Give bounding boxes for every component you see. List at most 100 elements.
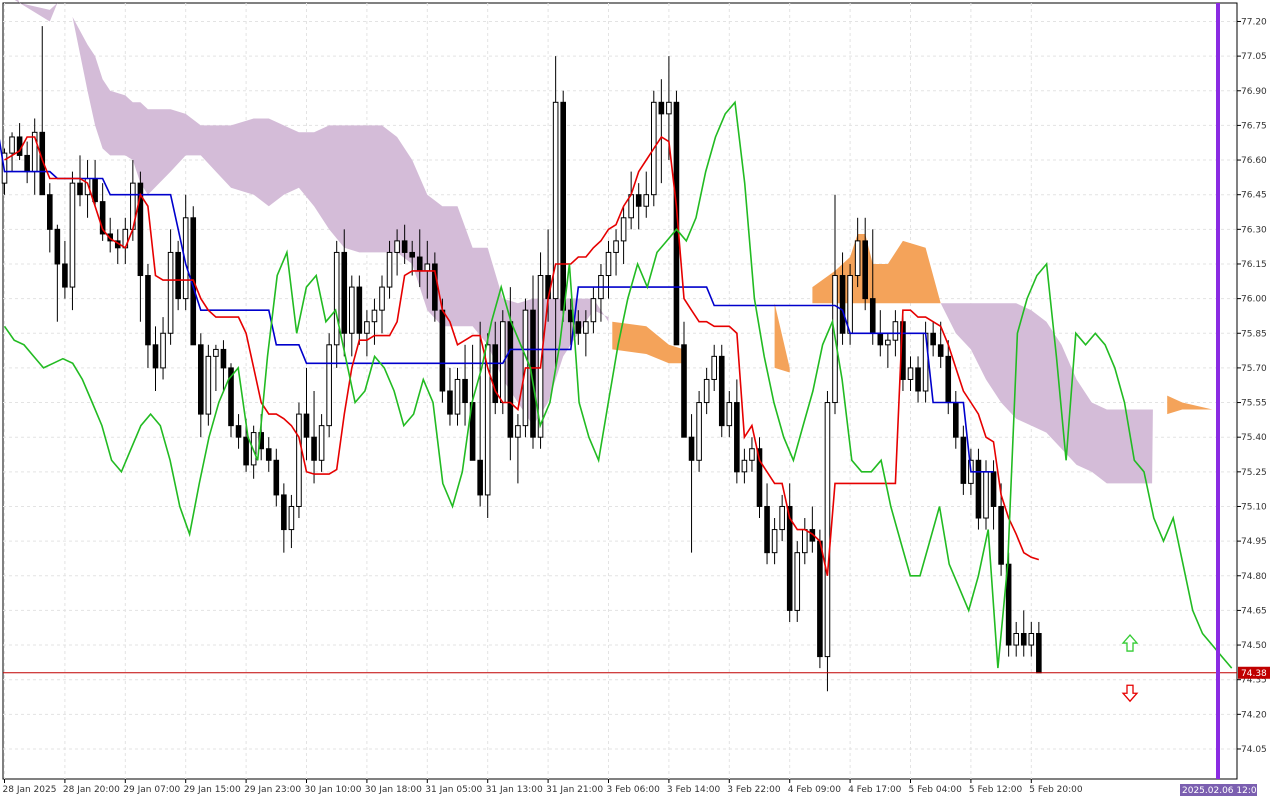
candle-body — [635, 194, 642, 207]
candle-body — [741, 459, 748, 473]
x-tick-label: 4 Feb 09:00 — [788, 785, 842, 795]
candle-body — [379, 286, 385, 311]
candle-body — [998, 505, 1004, 565]
candle-body — [9, 136, 15, 154]
candle-body — [167, 251, 174, 334]
candle-body — [847, 275, 853, 334]
candle-body — [515, 425, 521, 438]
candle-body — [885, 339, 891, 346]
candle-body — [394, 240, 400, 253]
y-tick-label: 76.90 — [1241, 87, 1267, 97]
candle-body — [786, 505, 793, 611]
candle-body — [24, 154, 30, 173]
candle-body — [220, 348, 227, 369]
kumo-cloud-bearish — [940, 303, 1236, 484]
candle-body — [477, 459, 483, 496]
candle-body — [605, 251, 612, 277]
candle-body — [696, 402, 702, 461]
candle-body — [764, 505, 770, 554]
period-marker-label: 2025.02.06 12:00 — [1182, 786, 1263, 796]
price-axis[interactable]: 77.20 77.05 76.90 76.75 76.60 76.45 76.30 76.15… — [1237, 17, 1270, 755]
x-tick-label: 28 Jan 20:00 — [63, 785, 120, 795]
x-tick-label: 29 Jan 07:00 — [123, 785, 180, 795]
candle-body — [273, 459, 280, 496]
candle-body — [726, 402, 733, 427]
arrow-down-icon — [1121, 684, 1139, 703]
time-axis[interactable]: 28 Jan 2025 28 Jan 20:00 29 Jan 07:00 29 Ja… — [3, 779, 1263, 796]
y-tick-label: 74.65 — [1241, 606, 1267, 616]
candle-body — [877, 332, 884, 346]
x-tick-label: 5 Feb 20:00 — [1029, 785, 1083, 795]
y-tick-label: 76.75 — [1241, 121, 1267, 131]
candle-body — [92, 178, 98, 203]
candle-body — [333, 251, 340, 346]
x-tick-label: 30 Jan 18:00 — [365, 785, 422, 795]
candle-body — [869, 298, 876, 334]
candle-body — [590, 298, 597, 323]
candle-body — [945, 355, 952, 404]
candle-body — [54, 228, 61, 265]
x-tick-label: 31 Jan 13:00 — [486, 785, 543, 795]
candle-body — [409, 251, 415, 258]
x-tick-label: 31 Jan 21:00 — [546, 785, 603, 795]
candle-body — [681, 344, 687, 438]
candle-body — [349, 286, 355, 334]
candle-body — [265, 448, 272, 461]
y-tick-label: 75.70 — [1241, 364, 1267, 374]
candle-body — [915, 367, 921, 392]
y-tick-label: 76.60 — [1241, 156, 1267, 166]
candle-body — [930, 332, 936, 346]
ichimoku-chart[interactable]: 77.20 77.05 76.90 76.75 76.60 76.45 76.30 76.15… — [0, 0, 1280, 800]
candle-body — [937, 344, 944, 357]
y-tick-label: 75.55 — [1241, 399, 1267, 409]
candle-body — [824, 402, 831, 658]
x-tick-label: 5 Feb 04:00 — [909, 785, 963, 795]
candle-body — [1036, 633, 1042, 674]
candle-body — [718, 355, 725, 427]
candle-body — [620, 217, 627, 242]
period-marker-tag: 2025.02.06 12:00 — [1180, 784, 1263, 796]
candle-body — [960, 436, 967, 484]
candle-body — [288, 505, 295, 531]
y-tick-label: 76.45 — [1241, 191, 1267, 201]
y-tick-label: 74.05 — [1241, 745, 1267, 755]
candle-body — [507, 321, 514, 438]
candle-body — [243, 436, 249, 466]
candle-body — [802, 529, 808, 554]
candle-body — [862, 240, 869, 300]
candle-body — [1013, 633, 1020, 646]
candle-body — [416, 256, 423, 272]
y-tick-label: 74.50 — [1241, 641, 1267, 651]
candle-body — [953, 402, 959, 438]
y-tick-label: 74.95 — [1241, 537, 1267, 547]
candle-body — [281, 494, 287, 531]
kumo-cloud-bullish — [774, 303, 790, 373]
current-price-value: 74.38 — [1241, 669, 1267, 679]
current-price-tag: 74.38 — [1238, 666, 1270, 679]
candle-body — [643, 194, 650, 207]
candle-body — [318, 425, 325, 461]
x-tick-label: 30 Jan 10:00 — [305, 785, 362, 795]
y-tick-label: 77.20 — [1241, 17, 1267, 27]
y-tick-label: 75.40 — [1241, 433, 1267, 443]
candle-body — [854, 240, 861, 277]
candle-body — [711, 355, 718, 380]
candle-body — [356, 286, 363, 334]
candle-body — [145, 275, 151, 346]
candle-body — [47, 194, 53, 230]
y-tick-label: 76.00 — [1241, 295, 1267, 305]
kumo-cloud-bullish — [1167, 395, 1213, 415]
candle-body — [575, 321, 582, 334]
candle-body — [198, 344, 204, 415]
y-tick-label: 74.80 — [1241, 572, 1267, 582]
candle-body — [401, 240, 408, 253]
candle-body — [1028, 633, 1035, 646]
ichimoku-clouds — [14, 0, 1236, 484]
x-tick-label: 5 Feb 12:00 — [969, 785, 1023, 795]
y-tick-label: 75.10 — [1241, 502, 1267, 512]
x-tick-label: 4 Feb 17:00 — [848, 785, 902, 795]
candle-body — [907, 367, 914, 380]
candle-body — [213, 348, 219, 357]
candle-body — [77, 182, 83, 196]
candle-body — [688, 436, 695, 461]
